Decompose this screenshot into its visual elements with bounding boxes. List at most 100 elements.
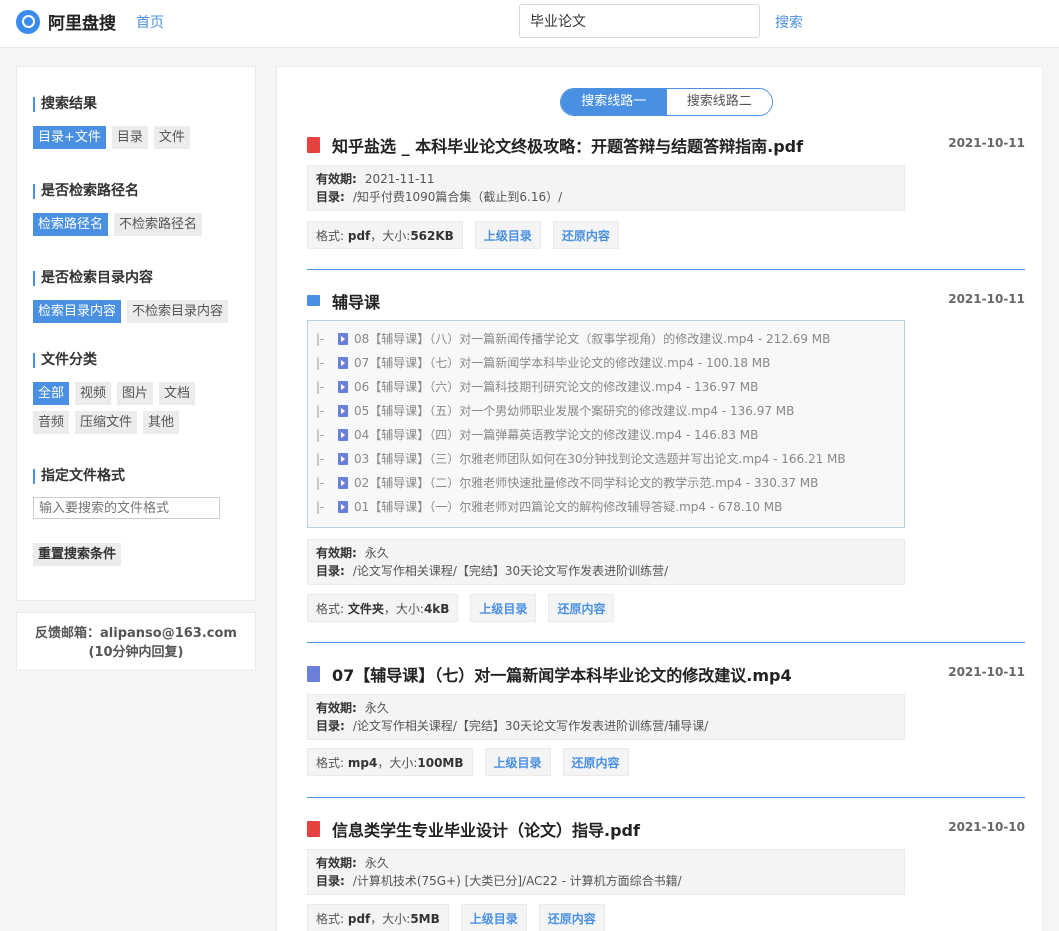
validity-label: 有效期: — [316, 172, 357, 186]
format-info: 格式: pdf，大小:562KB — [307, 221, 463, 249]
result-title[interactable]: 知乎盐选 _ 本科毕业论文终极攻略：开题答辩与结题答辩指南.pdf — [332, 133, 803, 157]
directory-label: 目录: — [316, 564, 345, 578]
restore-content-button[interactable]: 还原内容 — [548, 594, 615, 622]
folder-child-item[interactable]: |- 02【辅导课】（二）尔雅老师快速批量修改不同学科论文的教学示范.mp4 - … — [316, 471, 896, 495]
dir-content-options: 检索目录内容 不检索目录内容 — [33, 300, 229, 323]
result-divider — [307, 642, 1025, 643]
directory-value: /论文写作相关课程/【完结】30天论文写作发表进阶训练营/ — [352, 564, 669, 578]
parent-dir-button[interactable]: 上级目录 — [460, 904, 527, 931]
category-document[interactable]: 文档 — [159, 382, 196, 405]
restore-content-button[interactable]: 还原内容 — [562, 748, 629, 776]
format-info: 格式: 文件夹，大小:4kB — [307, 594, 459, 622]
folder-child-item[interactable]: |- 01【辅导课】（一）尔雅老师对四篇论文的解构修改辅导答疑.mp4 - 678… — [316, 495, 896, 519]
section-title-dir-content: 是否检索目录内容 — [33, 271, 153, 286]
folder-child-item[interactable]: |- 07【辅导课】（七）对一篇新闻学本科毕业论文的修改建议.mp4 - 100.… — [316, 351, 896, 375]
option-dir-and-file[interactable]: 目录+文件 — [33, 126, 106, 149]
folder-child-item[interactable]: |- 03【辅导课】（三）尔雅老师团队如何在30分钟找到论文选题并写出论文.mp4… — [316, 447, 896, 471]
result-item: 07【辅导课】（七）对一篇新闻学本科毕业论文的修改建议.mp4 2021-10-… — [307, 662, 1025, 776]
search-input[interactable] — [519, 4, 760, 38]
video-file-icon — [338, 381, 348, 393]
video-file-icon — [338, 405, 348, 417]
directory-value: /计算机技术(75G+) [大类已分]/AC22 - 计算机方面综合书籍/ — [352, 874, 682, 888]
section-title-result-type: 搜索结果 — [33, 97, 97, 112]
home-link[interactable]: 首页 — [136, 12, 164, 32]
validity-value: 永久 — [364, 701, 389, 715]
option-dir-only[interactable]: 目录 — [111, 126, 148, 149]
result-meta: 有效期: 永久 目录: /论文写作相关课程/【完结】30天论文写作发表进阶训练营/ — [307, 539, 905, 585]
search-button[interactable]: 搜索 — [775, 12, 803, 32]
directory-value: /论文写作相关课程/【完结】30天论文写作发表进阶训练营/辅导课/ — [352, 719, 709, 733]
validity-value: 永久 — [364, 856, 389, 870]
restore-content-button[interactable]: 还原内容 — [552, 221, 619, 249]
result-title[interactable]: 辅导课 — [332, 289, 380, 313]
format-info: 格式: pdf，大小:5MB — [307, 904, 449, 931]
category-image[interactable]: 图片 — [117, 382, 154, 405]
validity-value: 2021-11-11 — [364, 172, 435, 186]
category-audio[interactable]: 音频 — [33, 411, 70, 434]
pdf-file-icon — [307, 137, 320, 153]
option-file-only[interactable]: 文件 — [153, 126, 190, 149]
video-file-icon — [338, 357, 348, 369]
file-category-options: 全部 视频 图片 文档 音频 压缩文件 其他 — [33, 382, 213, 434]
filter-sidebar: 搜索结果 目录+文件 目录 文件 是否检索路径名 检索路径名 不检索路径名 是否… — [16, 66, 256, 601]
result-divider — [307, 269, 1025, 270]
results-panel: 搜索线路一 搜索线路二 知乎盐选 _ 本科毕业论文终极攻略：开题答辩与结题答辩指… — [276, 66, 1043, 931]
folder-child-item[interactable]: |- 04【辅导课】（四）对一篇弹幕英语教学论文的修改建议.mp4 - 146.8… — [316, 423, 896, 447]
parent-dir-button[interactable]: 上级目录 — [484, 748, 551, 776]
section-title-path-search: 是否检索路径名 — [33, 184, 139, 199]
option-search-dir-content[interactable]: 检索目录内容 — [33, 300, 122, 323]
video-file-icon — [338, 333, 348, 345]
validity-value: 永久 — [364, 546, 389, 560]
directory-label: 目录: — [316, 719, 345, 733]
restore-content-button[interactable]: 还原内容 — [538, 904, 605, 931]
parent-dir-button[interactable]: 上级目录 — [474, 221, 541, 249]
result-date: 2021-10-11 — [948, 665, 1025, 679]
result-item: 辅导课 2021-10-11 |- 08【辅导课】（八）对一篇新闻传播学论文（叙事… — [307, 289, 1025, 622]
option-no-search-path[interactable]: 不检索路径名 — [114, 213, 203, 236]
feedback-note: (10分钟内回复) — [88, 645, 184, 660]
category-video[interactable]: 视频 — [75, 382, 112, 405]
folder-child-item[interactable]: |- 06【辅导课】（六）对一篇科技期刊研究论文的修改建议.mp4 - 136.9… — [316, 375, 896, 399]
feedback-box: 反馈邮箱：alipanso@163.com (10分钟内回复) — [16, 612, 256, 671]
result-divider — [307, 797, 1025, 798]
result-meta: 有效期: 永久 目录: /计算机技术(75G+) [大类已分]/AC22 - 计算机… — [307, 849, 905, 895]
folder-contents: |- 08【辅导课】（八）对一篇新闻传播学论文（叙事学视角）的修改建议.mp4 -… — [307, 320, 905, 528]
result-date: 2021-10-11 — [948, 292, 1025, 306]
option-no-search-dir-content[interactable]: 不检索目录内容 — [127, 300, 229, 323]
result-item: 知乎盐选 _ 本科毕业论文终极攻略：开题答辩与结题答辩指南.pdf 2021-1… — [307, 133, 1025, 249]
category-archive[interactable]: 压缩文件 — [75, 411, 138, 434]
result-title[interactable]: 07【辅导课】（七）对一篇新闻学本科毕业论文的修改建议.mp4 — [332, 662, 792, 686]
video-file-icon — [307, 666, 320, 682]
result-title[interactable]: 信息类学生专业毕业设计（论文）指导.pdf — [332, 817, 640, 841]
path-search-options: 检索路径名 不检索路径名 — [33, 213, 203, 236]
folder-icon — [307, 295, 320, 306]
parent-dir-button[interactable]: 上级目录 — [470, 594, 537, 622]
category-all[interactable]: 全部 — [33, 382, 70, 405]
reset-filters-button[interactable]: 重置搜索条件 — [33, 543, 122, 566]
section-title-file-format: 指定文件格式 — [33, 469, 125, 484]
directory-value: /知乎付费1090篇合集（截止到6.16）/ — [352, 190, 563, 204]
route-switch: 搜索线路一 搜索线路二 — [560, 88, 773, 116]
route-tab-one[interactable]: 搜索线路一 — [561, 89, 667, 115]
category-other[interactable]: 其他 — [143, 411, 180, 434]
folder-child-item[interactable]: |- 05【辅导课】（五）对一个男幼师职业发展个案研究的修改建议.mp4 - 13… — [316, 399, 896, 423]
video-file-icon — [338, 477, 348, 489]
folder-child-item[interactable]: |- 08【辅导课】（八）对一篇新闻传播学论文（叙事学视角）的修改建议.mp4 -… — [316, 327, 896, 351]
format-info: 格式: mp4，大小:100MB — [307, 748, 473, 776]
validity-label: 有效期: — [316, 546, 357, 560]
validity-label: 有效期: — [316, 701, 357, 715]
pdf-file-icon — [307, 821, 320, 837]
result-type-options: 目录+文件 目录 文件 — [33, 126, 190, 149]
file-format-input[interactable] — [33, 497, 220, 519]
result-meta: 有效期: 2021-11-11 目录: /知乎付费1090篇合集（截止到6.16）/ — [307, 165, 905, 211]
result-date: 2021-10-11 — [948, 136, 1025, 150]
video-file-icon — [338, 501, 348, 513]
logo[interactable]: 阿里盘搜 — [16, 9, 116, 34]
route-tab-two[interactable]: 搜索线路二 — [666, 89, 772, 115]
result-item: 信息类学生专业毕业设计（论文）指导.pdf 2021-10-10 有效期: 永久 … — [307, 817, 1025, 931]
validity-label: 有效期: — [316, 856, 357, 870]
feedback-email: 反馈邮箱：alipanso@163.com — [35, 626, 237, 641]
option-search-path[interactable]: 检索路径名 — [33, 213, 109, 236]
logo-search-icon — [16, 9, 40, 34]
video-file-icon — [338, 453, 348, 465]
